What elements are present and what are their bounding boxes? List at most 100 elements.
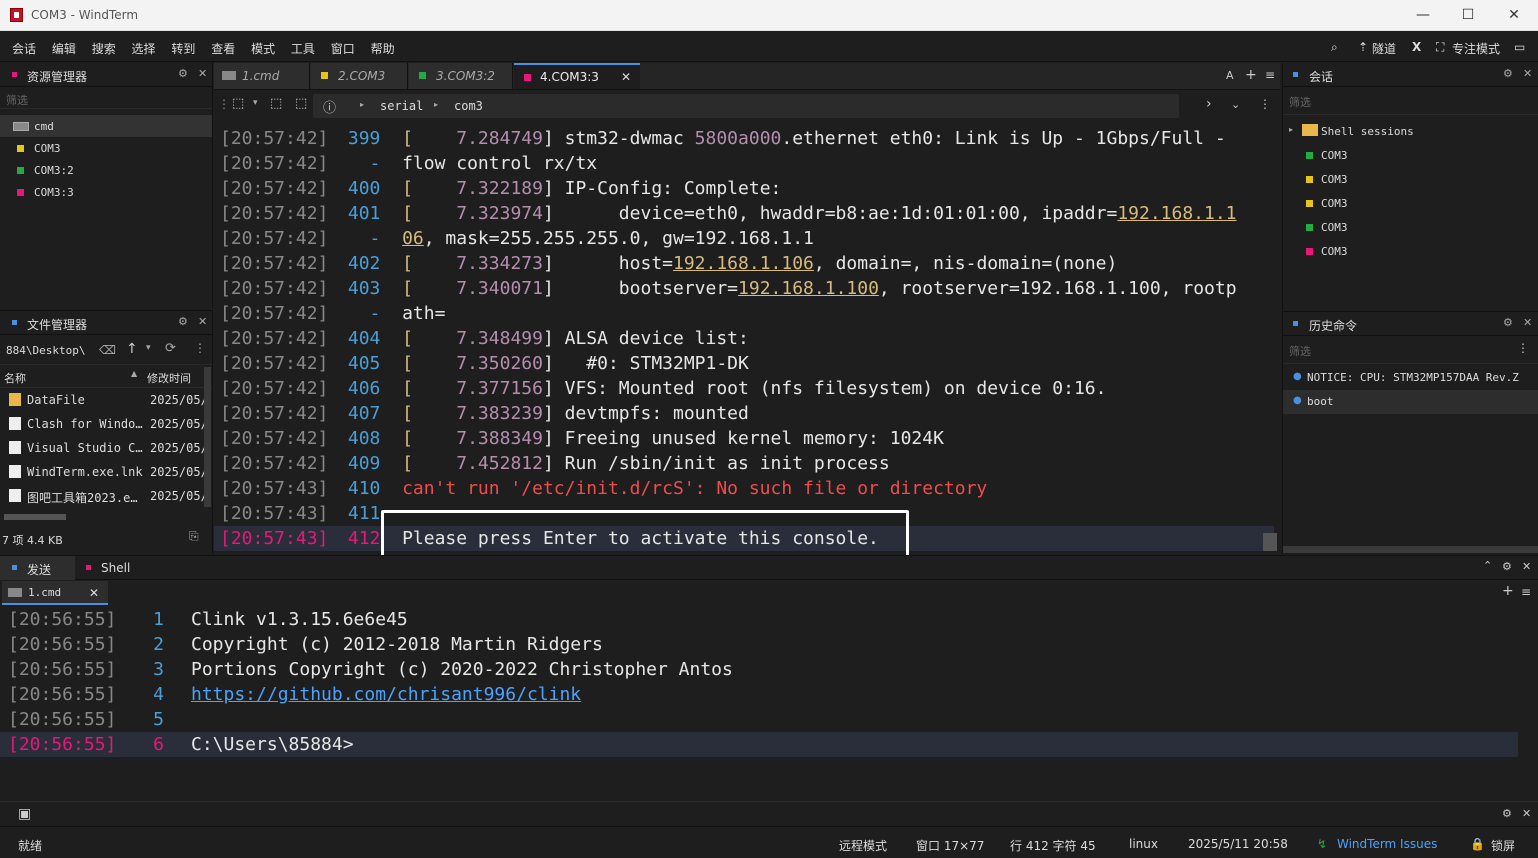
menu-edit[interactable]: 编辑 xyxy=(52,40,76,57)
menu-select[interactable]: 选择 xyxy=(132,40,156,57)
file-row[interactable]: DataFile 2025/05/ xyxy=(0,388,212,412)
file-row[interactable]: Clash for Windo… 2025/05/ xyxy=(0,412,212,436)
history-item[interactable]: ● NOTICE: CPU: STM32MP157DAA Rev.Z xyxy=(1283,366,1538,390)
lock-icon[interactable]: 🔒 xyxy=(1470,837,1485,851)
add-tab-icon[interactable]: + xyxy=(1245,67,1257,83)
status-os[interactable]: linux xyxy=(1129,837,1158,851)
more-icon[interactable]: ⋮ xyxy=(1517,341,1529,355)
col-name[interactable]: 名称 xyxy=(4,370,26,386)
menu-view[interactable]: 查看 xyxy=(211,40,235,57)
gear-icon[interactable]: ⚙ xyxy=(178,315,188,328)
session-item[interactable]: COM3 xyxy=(1283,144,1538,168)
maximize-button[interactable]: ☐ xyxy=(1457,4,1479,26)
tab-menu-icon[interactable]: ≡ xyxy=(1521,585,1531,599)
subtab-1-cmd[interactable]: 1.cmd ✕ xyxy=(2,581,108,605)
focus-mode-button[interactable]: 专注模式 xyxy=(1452,40,1500,57)
tab-4-com3-3[interactable]: 4.COM3:3 ✕ xyxy=(514,63,640,89)
gear-icon[interactable]: ⚙ xyxy=(178,67,188,80)
horizontal-scrollbar[interactable] xyxy=(4,514,66,520)
tab-menu-icon[interactable]: ≡ xyxy=(1265,68,1275,82)
terminal-icon[interactable]: ▣ xyxy=(18,806,31,822)
focus-mode-icon[interactable]: ⛶ xyxy=(1436,40,1444,55)
status-cursor-pos[interactable]: 行 412 字符 45 xyxy=(1010,837,1096,854)
col-date[interactable]: 修改时间 xyxy=(147,370,191,386)
file-row[interactable]: Visual Studio C… 2025/05/ xyxy=(0,436,212,460)
sort-icon[interactable]: ▲ xyxy=(131,369,137,378)
chevron-down-icon[interactable]: ▾ xyxy=(146,343,151,353)
more-icon[interactable]: ⋮ xyxy=(1259,97,1271,111)
terminal-view[interactable]: [20:57:42] 399 [ 7.284749] stm32-dwmac 58… xyxy=(214,125,1280,553)
add-tab-icon[interactable]: + xyxy=(1502,583,1514,599)
gear-icon[interactable]: ⚙ xyxy=(1502,807,1512,820)
close-icon[interactable]: ✕ xyxy=(1522,807,1531,820)
gear-icon[interactable]: ⚙ xyxy=(1503,316,1513,329)
menu-search[interactable]: 搜索 xyxy=(92,40,116,57)
tab-send[interactable]: 发送 xyxy=(0,556,75,580)
address-bar[interactable]: ⓘ ▸ serial ▸ com3 › ⌄ xyxy=(313,94,1240,118)
terminal-scrollbar[interactable] xyxy=(1263,533,1277,551)
search-icon[interactable]: ⌕ xyxy=(1331,40,1338,55)
forward-icon[interactable]: › xyxy=(1206,96,1212,112)
chevron-down-icon[interactable]: ▾ xyxy=(253,98,258,108)
explorer-item-com3-2[interactable]: COM3:2 xyxy=(0,159,212,181)
explorer-filter[interactable]: 筛选 xyxy=(0,87,212,109)
bottom-terminal[interactable]: [20:56:55] 1 Clink v1.3.15.6e6e45 [20:56:55… xyxy=(0,606,1538,801)
close-window-button[interactable]: ✕ xyxy=(1503,4,1525,26)
gear-icon[interactable]: ⚙ xyxy=(1502,560,1512,573)
status-remote-mode[interactable]: 远程模式 xyxy=(839,837,887,854)
info-icon[interactable]: ⓘ xyxy=(323,97,336,116)
minimize-button[interactable]: — xyxy=(1412,4,1434,26)
history-scrollbar[interactable] xyxy=(1283,546,1538,553)
history-item[interactable]: ● boot xyxy=(1283,390,1538,414)
close-icon[interactable]: ✕ xyxy=(1523,316,1532,329)
menu-window[interactable]: 窗口 xyxy=(331,40,355,57)
font-size-icon[interactable]: A xyxy=(1226,69,1234,82)
upload-icon[interactable]: ⎘ xyxy=(189,529,199,544)
status-issues-link[interactable]: WindTerm Issues xyxy=(1337,837,1437,851)
shell-sessions-group[interactable]: ▸ Shell sessions xyxy=(1283,120,1538,142)
tunnel-button[interactable]: 隧道 xyxy=(1372,40,1396,57)
breadcrumb-serial[interactable]: serial xyxy=(380,99,423,113)
duplicate-icon[interactable]: ⬚ xyxy=(270,96,282,111)
explorer-item-cmd[interactable]: cmd xyxy=(0,115,212,137)
menu-goto[interactable]: 转到 xyxy=(171,40,195,57)
tab-3-com3-2[interactable]: 3.COM3:2 xyxy=(409,63,513,89)
close-icon[interactable]: ✕ xyxy=(198,67,207,80)
x-icon[interactable]: X xyxy=(1412,40,1421,54)
more-icon[interactable]: ⋮ xyxy=(194,341,206,355)
explorer-item-com3-3[interactable]: COM3:3 xyxy=(0,181,212,203)
chevron-right-icon[interactable]: ▸ xyxy=(1289,125,1293,134)
up-arrow-icon[interactable]: ↑ xyxy=(126,341,138,357)
clink-link[interactable]: https://github.com/chrisant996/clink xyxy=(191,682,581,707)
sessions-filter[interactable]: 筛选 xyxy=(1283,87,1538,115)
status-window-size[interactable]: 窗口 17×77 xyxy=(916,837,984,854)
menu-tools[interactable]: 工具 xyxy=(291,40,315,57)
refresh-icon[interactable]: ⟳ xyxy=(165,341,176,356)
gear-icon[interactable]: ⚙ xyxy=(1503,67,1513,80)
close-icon[interactable]: ✕ xyxy=(1523,67,1532,80)
layout-icon[interactable]: ▭ xyxy=(1514,40,1525,54)
path-input[interactable]: 884\Desktop\ xyxy=(6,344,85,357)
session-item[interactable]: COM3 xyxy=(1283,168,1538,192)
breadcrumb-com3[interactable]: com3 xyxy=(454,99,483,113)
split-icon[interactable]: ⬚ xyxy=(295,96,307,111)
menu-session[interactable]: 会话 xyxy=(12,40,36,57)
close-icon[interactable]: ✕ xyxy=(1522,560,1531,573)
close-icon[interactable]: ✕ xyxy=(198,315,207,328)
history-filter[interactable]: 筛选 xyxy=(1283,336,1538,364)
chevron-down-icon[interactable]: ⌄ xyxy=(1231,98,1240,111)
close-tab-icon[interactable]: ✕ xyxy=(89,586,99,600)
tab-1-cmd[interactable]: 1.cmd xyxy=(214,63,310,89)
menu-mode[interactable]: 模式 xyxy=(251,40,275,57)
clear-path-icon[interactable]: ⌫ xyxy=(99,343,116,357)
session-item[interactable]: COM3 xyxy=(1283,216,1538,240)
file-row[interactable]: WindTerm.exe.lnk 2025/05/ xyxy=(0,460,212,484)
tab-shell[interactable]: Shell xyxy=(76,556,156,580)
chevron-up-icon[interactable]: ⌃ xyxy=(1483,559,1492,572)
close-tab-icon[interactable]: ✕ xyxy=(621,70,631,84)
status-lock[interactable]: 锁屏 xyxy=(1491,837,1515,854)
menu-help[interactable]: 帮助 xyxy=(371,40,395,57)
vertical-scrollbar[interactable] xyxy=(204,367,211,507)
explorer-item-com3[interactable]: COM3 xyxy=(0,137,212,159)
file-row[interactable]: 图吧工具箱2023.e… 2025/05/ xyxy=(0,484,212,508)
